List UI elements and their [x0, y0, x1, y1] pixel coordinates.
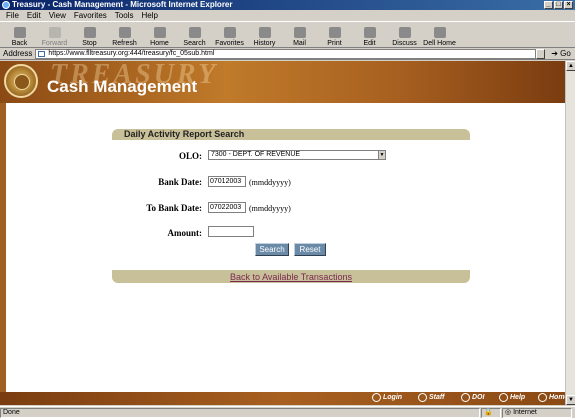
forward-arrow-icon [48, 27, 61, 38]
doi-link[interactable]: DOI [461, 393, 484, 402]
menu-favorites[interactable]: Favorites [74, 10, 107, 21]
menu-file[interactable]: File [6, 10, 19, 21]
staff-icon [418, 393, 427, 402]
home-icon [538, 393, 547, 402]
ie-logo-icon [2, 1, 10, 9]
amount-label: Amount: [167, 228, 202, 238]
home-button[interactable]: Home [142, 22, 177, 48]
browser-toolbar: Back Forward Stop Refresh Home Search Fa… [0, 21, 575, 48]
back-arrow-icon [13, 27, 26, 38]
doi-icon [461, 393, 470, 402]
minimize-icon[interactable]: _ [544, 1, 553, 9]
page-content: TREASURY Cash Management Daily Activity … [0, 61, 575, 405]
page-title: Cash Management [47, 77, 198, 96]
print-button[interactable]: Print [317, 22, 352, 48]
menu-edit[interactable]: Edit [27, 10, 41, 21]
favorites-button[interactable]: Favorites [212, 22, 247, 48]
vertical-scrollbar[interactable]: ▲ ▼ [565, 61, 575, 405]
footer-nav-bar: Login Staff DOI Help Home [0, 392, 568, 405]
address-url: https://www.flltreasury.org:444/treasury… [48, 49, 215, 57]
olo-selected-value: 7300 - DEPT. OF REVENUE [211, 151, 301, 158]
refresh-icon [118, 27, 131, 38]
login-icon [372, 393, 381, 402]
status-bar: Done 🔒 ◎ Internet [0, 406, 575, 418]
status-lock-area: 🔒 [481, 407, 501, 418]
stop-button[interactable]: Stop [72, 22, 107, 48]
to-bank-date-hint: (mmddyyyy) [249, 204, 291, 213]
window-controls: _ □ × [544, 1, 573, 9]
stop-icon [83, 27, 96, 38]
status-text-area: Done [0, 407, 480, 418]
address-label: Address [3, 49, 33, 58]
state-seal-icon [4, 64, 38, 98]
window-title: Treasury - Cash Management - Microsoft I… [12, 0, 233, 9]
search-button[interactable]: Search [177, 22, 212, 48]
discuss-button[interactable]: Discuss [387, 22, 422, 48]
chevron-down-icon[interactable]: ▼ [378, 151, 385, 159]
to-bank-date-input[interactable]: 07022003 [208, 202, 246, 213]
menu-help[interactable]: Help [141, 10, 157, 21]
bank-date-hint: (mmddyyyy) [249, 178, 291, 187]
zone-text: Internet [513, 408, 537, 416]
maximize-icon[interactable]: □ [554, 1, 563, 9]
back-button[interactable]: Back [2, 22, 37, 48]
go-button[interactable]: ➔ Go [547, 49, 575, 58]
globe-icon: ◎ [505, 408, 512, 416]
history-button[interactable]: History [247, 22, 282, 48]
lock-icon: 🔒 [484, 408, 493, 416]
edit-icon [363, 27, 376, 38]
login-link[interactable]: Login [372, 393, 402, 402]
amount-input[interactable] [208, 226, 254, 237]
mail-icon [293, 27, 306, 38]
home-link[interactable]: Home [538, 393, 568, 402]
bank-date-input[interactable]: 07012003 [208, 176, 246, 187]
panel-title: Daily Activity Report Search [124, 129, 245, 139]
search-button[interactable]: Search [255, 243, 289, 256]
search-icon [188, 27, 201, 38]
menu-bar: File Edit View Favorites Tools Help [0, 10, 575, 21]
discuss-icon [398, 27, 411, 38]
forward-button[interactable]: Forward [37, 22, 72, 48]
print-icon [328, 27, 341, 38]
status-text: Done [3, 408, 20, 416]
dell-home-icon [433, 27, 446, 38]
staff-link[interactable]: Staff [418, 393, 444, 402]
address-input[interactable]: https://www.flltreasury.org:444/treasury… [35, 48, 536, 59]
history-icon [258, 27, 271, 38]
address-dropdown[interactable] [536, 48, 545, 59]
page-icon [38, 50, 46, 57]
help-link[interactable]: Help [499, 393, 525, 402]
scroll-down-icon[interactable]: ▼ [566, 395, 575, 405]
reset-button[interactable]: Reset [294, 243, 326, 256]
back-to-transactions-link[interactable]: Back to Available Transactions [112, 272, 470, 282]
dell-home-button[interactable]: Dell Home [422, 22, 457, 48]
favorites-icon [223, 27, 236, 38]
menu-view[interactable]: View [49, 10, 66, 21]
close-icon[interactable]: × [564, 1, 573, 9]
refresh-button[interactable]: Refresh [107, 22, 142, 48]
home-icon [153, 27, 166, 38]
search-panel: Daily Activity Report Search OLO: 7300 -… [112, 129, 470, 283]
address-bar: Address https://www.flltreasury.org:444/… [0, 48, 575, 60]
olo-label: OLO: [178, 151, 202, 161]
window-titlebar: Treasury - Cash Management - Microsoft I… [0, 0, 575, 10]
help-icon [499, 393, 508, 402]
site-header: TREASURY Cash Management [0, 61, 565, 103]
menu-tools[interactable]: Tools [115, 10, 134, 21]
edit-button[interactable]: Edit [352, 22, 387, 48]
mail-button[interactable]: Mail [282, 22, 317, 48]
bank-date-label: Bank Date: [158, 177, 202, 187]
to-bank-date-label: To Bank Date: [146, 203, 202, 213]
scroll-up-icon[interactable]: ▲ [566, 61, 575, 71]
left-border-bar [0, 103, 6, 392]
status-zone-area: ◎ Internet [502, 407, 572, 418]
olo-select[interactable]: 7300 - DEPT. OF REVENUE ▼ [208, 150, 386, 160]
